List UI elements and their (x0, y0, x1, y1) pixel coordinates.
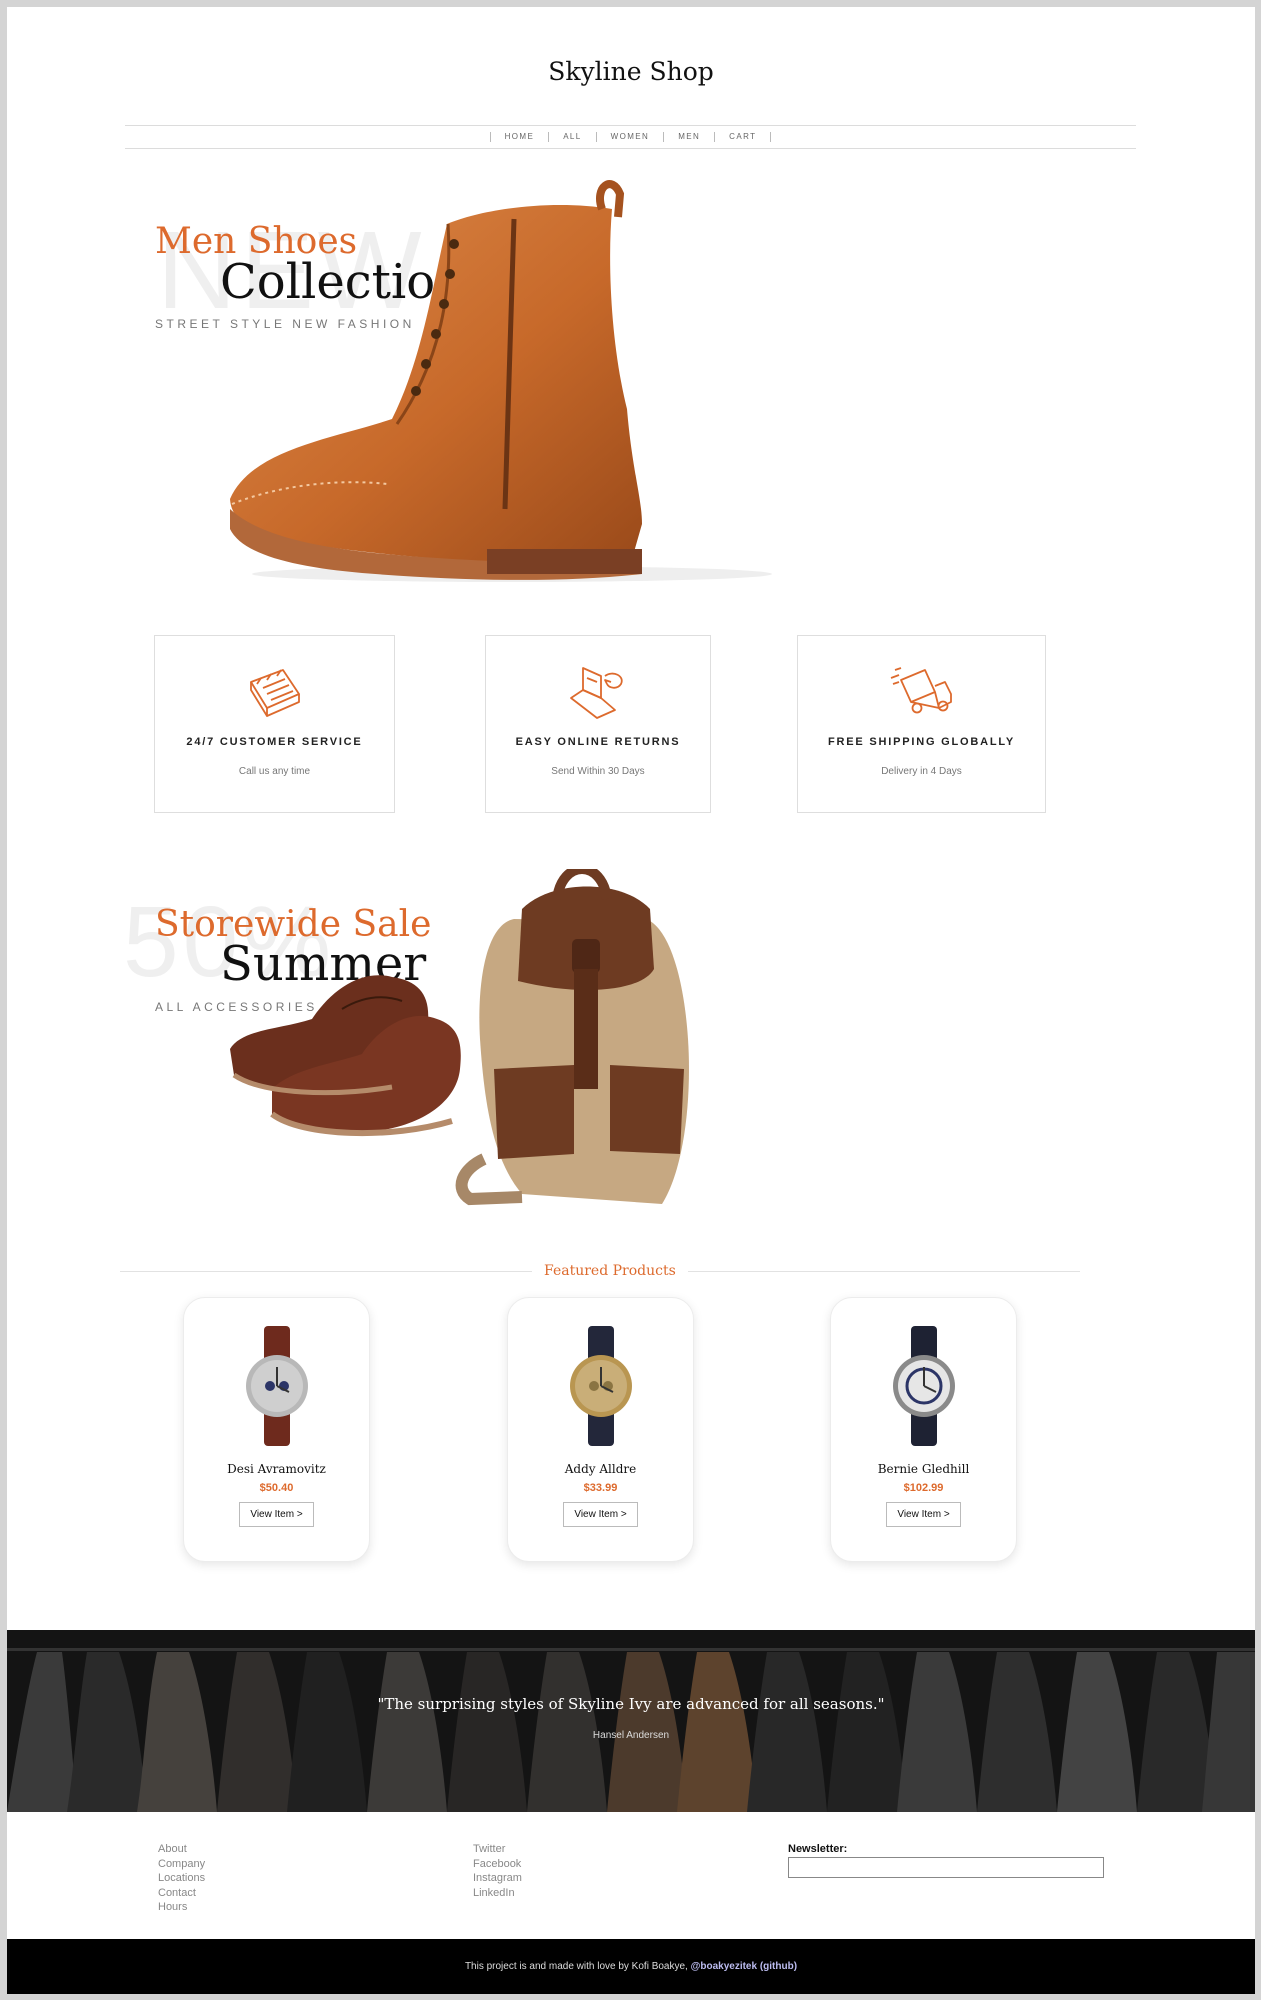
footer-link-locations[interactable]: Locations (158, 1871, 205, 1886)
newsletter-label: Newsletter: (788, 1843, 848, 1855)
footer-link-about[interactable]: About (158, 1842, 205, 1857)
view-item-button[interactable]: View Item > (886, 1502, 961, 1527)
product-card: Addy Alldre $33.99 View Item > (507, 1297, 694, 1562)
feature-subtitle: Call us any time (238, 766, 311, 777)
footer-link-facebook[interactable]: Facebook (473, 1857, 522, 1872)
credit-text: This project is and made with love by Ko… (464, 1961, 691, 1972)
watch-image (892, 1326, 955, 1446)
feature-title: 24/7 CUSTOMER SERVICE (186, 736, 363, 748)
footer-link-linkedin[interactable]: LinkedIn (473, 1886, 522, 1901)
nav-men[interactable]: MEN (664, 132, 716, 142)
view-item-button[interactable]: View Item > (563, 1502, 638, 1527)
footer-link-hours[interactable]: Hours (158, 1900, 205, 1915)
nav-all[interactable]: ALL (549, 132, 597, 142)
footer-link-twitter[interactable]: Twitter (473, 1842, 522, 1857)
newsletter-input[interactable] (788, 1857, 1104, 1878)
product-card: Desi Avramovitz $50.40 View Item > (183, 1297, 370, 1562)
product-price: $33.99 (583, 1482, 618, 1494)
page: Skyline Shop HOME ALL WOMEN MEN CART NEW… (7, 7, 1255, 1994)
delivery-truck-icon (890, 667, 952, 714)
feature-free-shipping: FREE SHIPPING GLOBALLY Delivery in 4 Day… (797, 635, 1046, 813)
leather-boot-image (230, 180, 772, 582)
nav-cart[interactable]: CART (715, 132, 772, 142)
clothing-rail (7, 1648, 1255, 1651)
laptop-returns-icon (570, 667, 623, 719)
site-brand[interactable]: Skyline Shop (7, 57, 1255, 86)
footer-col-social: Twitter Facebook Instagram LinkedIn (473, 1842, 522, 1900)
testimonial-quote: "The surprising styles of Skyline Ivy ar… (377, 1695, 885, 1713)
github-link[interactable]: @boakyezitek (github) (691, 1961, 797, 1972)
view-item-button[interactable]: View Item > (239, 1502, 314, 1527)
main-nav: HOME ALL WOMEN MEN CART (125, 125, 1136, 149)
testimonial-section: "The surprising styles of Skyline Ivy ar… (7, 1630, 1255, 1812)
feature-subtitle: Delivery in 4 Days (881, 766, 962, 777)
product-price: $102.99 (903, 1482, 944, 1494)
bottom-credit-bar: This project is and made with love by Ko… (7, 1939, 1255, 1994)
footer-link-company[interactable]: Company (158, 1857, 205, 1872)
feature-subtitle: Send Within 30 Days (551, 766, 645, 777)
footer-link-instagram[interactable]: Instagram (473, 1871, 522, 1886)
testimonial-author: Hansel Andersen (592, 1730, 670, 1741)
product-price: $50.40 (259, 1482, 294, 1494)
clothing-rack-background (7, 1630, 1255, 1812)
product-name: Addy Alldre (564, 1462, 637, 1476)
product-name: Bernie Gledhill (877, 1462, 970, 1476)
nav-women[interactable]: WOMEN (597, 132, 665, 142)
feature-title: FREE SHIPPING GLOBALLY (827, 736, 1016, 748)
feature-online-returns: EASY ONLINE RETURNS Send Within 30 Days (485, 635, 711, 813)
watch-image (245, 1326, 308, 1446)
feature-customer-service: 24/7 CUSTOMER SERVICE Call us any time (154, 635, 395, 813)
shoes-backpack-image (230, 869, 689, 1206)
featured-title: Featured Products (532, 1263, 688, 1279)
product-name: Desi Avramovitz (227, 1462, 326, 1476)
calendar-icon (249, 669, 300, 717)
watch-image (569, 1326, 632, 1446)
footer-link-contact[interactable]: Contact (158, 1886, 205, 1901)
feature-title: EASY ONLINE RETURNS (515, 736, 681, 748)
nav-home[interactable]: HOME (491, 132, 550, 142)
footer-col-company: About Company Locations Contact Hours (158, 1842, 205, 1915)
product-card: Bernie Gledhill $102.99 View Item > (830, 1297, 1017, 1562)
